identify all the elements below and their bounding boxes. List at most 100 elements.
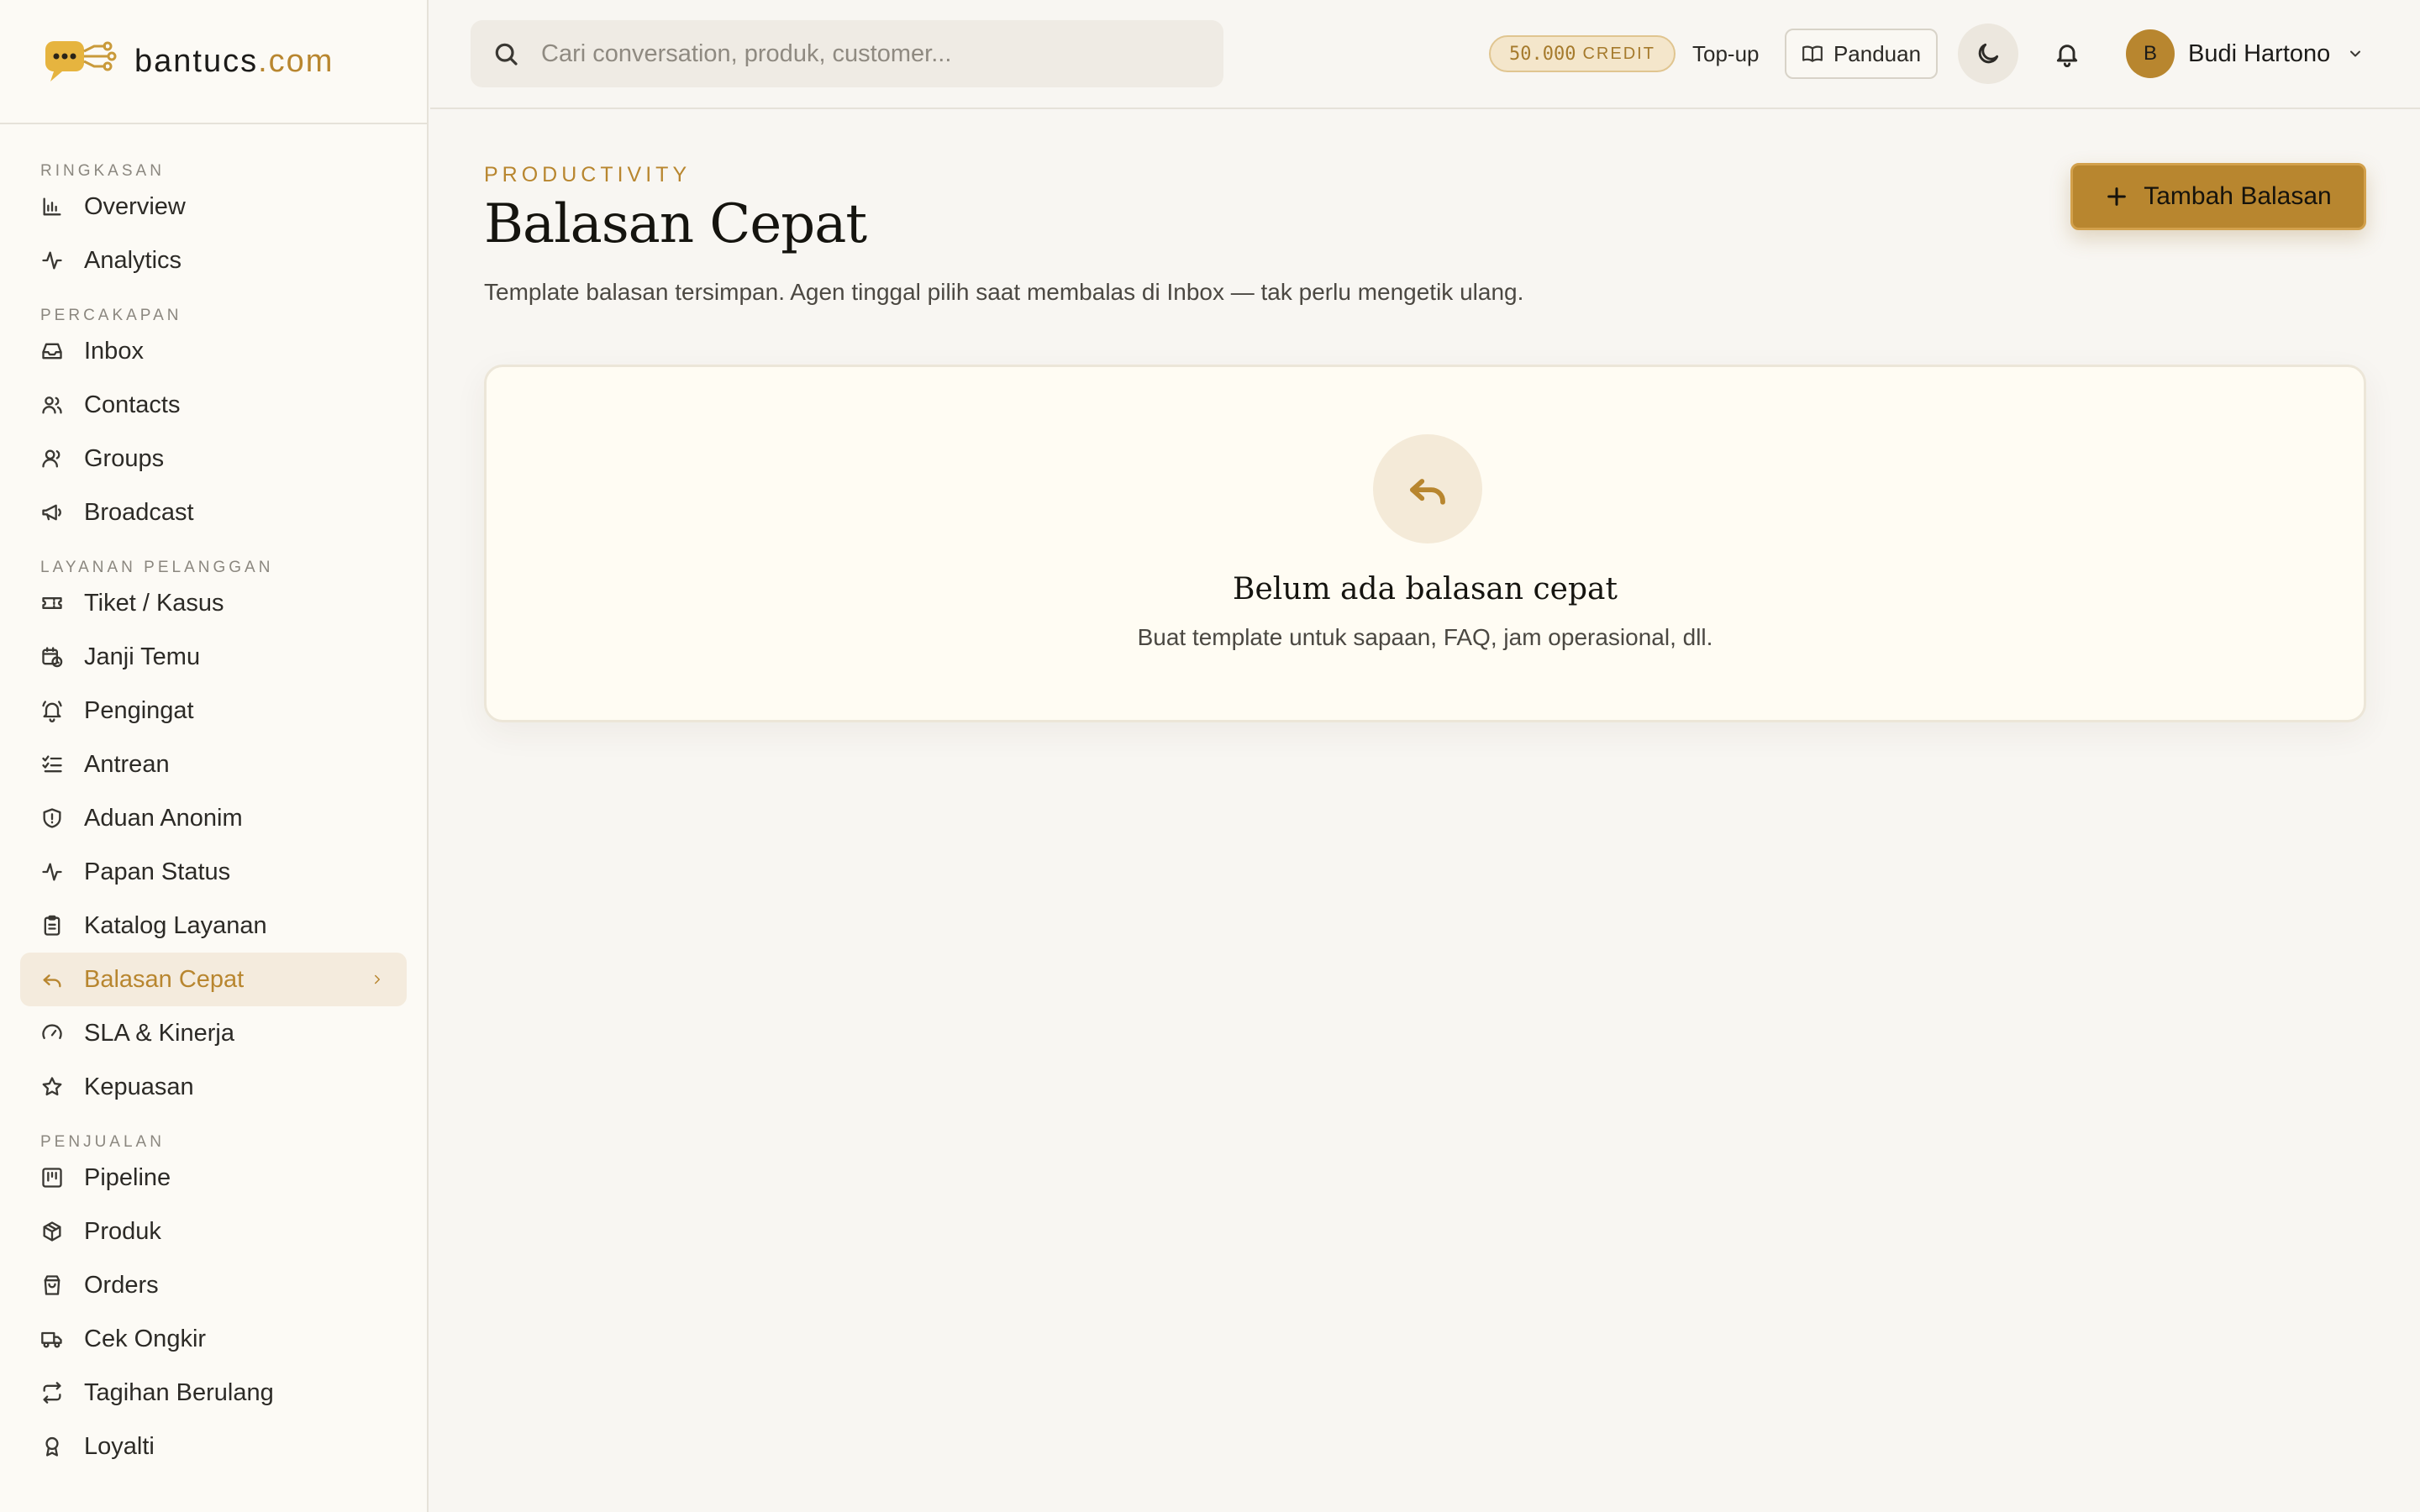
sidebar-item-analytics[interactable]: Analytics — [20, 234, 407, 287]
sidebar-section-title: RINGKASAN — [40, 162, 165, 180]
page-description: Template balasan tersimpan. Agen tinggal… — [484, 279, 1524, 305]
sidebar-item-papan-status[interactable]: Papan Status — [20, 845, 407, 899]
package-icon — [43, 1221, 61, 1242]
sidebar-item-label: Produk — [84, 1217, 161, 1245]
credit-badge: 50.000 CREDIT — [1489, 35, 1676, 72]
avatar: B — [2126, 29, 2175, 78]
sidebar-item-loyalti[interactable]: Loyalti — [20, 1420, 407, 1473]
bell-ring-icon — [42, 701, 62, 722]
users-icon — [42, 396, 62, 414]
ticket-icon — [42, 597, 62, 609]
sidebar-item-overview[interactable]: Overview — [20, 180, 407, 234]
sidebar-item-inbox[interactable]: Inbox — [20, 324, 407, 378]
sidebar-item-tagihan-berulang[interactable]: Tagihan Berulang — [20, 1366, 407, 1420]
moon-icon — [1978, 43, 1999, 64]
sidebar-item-pipeline[interactable]: Pipeline — [20, 1151, 407, 1205]
shopping-bag-icon — [44, 1275, 60, 1295]
page-title: Balasan Cepat — [484, 193, 867, 255]
sidebar-item-sla-kinerja[interactable]: SLA & Kinerja — [20, 1006, 407, 1060]
clipboard-list-icon — [44, 915, 60, 936]
sidebar-item-label: Contacts — [84, 391, 181, 418]
sidebar-item-orders[interactable]: Orders — [20, 1258, 407, 1312]
sidebar-item-label: Tiket / Kasus — [84, 589, 224, 617]
user-group-icon — [42, 449, 60, 468]
search-input[interactable] — [541, 39, 1180, 68]
empty-state-description: Buat template untuk sapaan, FAQ, jam ope… — [1137, 624, 1713, 650]
truck-icon — [41, 1331, 62, 1348]
sidebar-nav: RINGKASAN Overview Analytics PERCAKAPAN Inbo… — [0, 124, 427, 1473]
sidebar-item-contacts[interactable]: Contacts — [20, 378, 407, 432]
pulse-icon — [42, 863, 62, 881]
sidebar-item-balasan-cepat[interactable]: Balasan Cepat — [20, 953, 407, 1006]
sidebar-item-label: Aduan Anonim — [84, 804, 243, 832]
award-icon — [45, 1436, 59, 1457]
bar-chart-icon — [43, 197, 61, 216]
sidebar-item-label: Balasan Cepat — [84, 965, 245, 993]
sidebar-item-label: Orders — [84, 1271, 159, 1299]
user-name: Budi Hartono — [2188, 39, 2331, 67]
guide-button[interactable]: Panduan — [1785, 29, 1938, 79]
repeat-icon — [43, 1382, 61, 1404]
topup-link[interactable]: Top-up — [1692, 34, 1760, 74]
sidebar-item-label: Cek Ongkir — [84, 1325, 207, 1352]
activity-icon — [42, 251, 62, 270]
sidebar-item-groups[interactable]: Groups — [20, 432, 407, 486]
plus-icon — [2107, 187, 2127, 206]
topbar: 50.000 CREDIT Top-up Panduan B Budi Hart… — [430, 0, 2420, 109]
notifications-button[interactable] — [2037, 24, 2097, 84]
empty-state-icon-wrap — [1373, 434, 1482, 543]
sidebar-item-label: Tagihan Berulang — [84, 1378, 274, 1406]
sidebar-section-title: LAYANAN PELANGGAN — [40, 559, 274, 576]
add-reply-button[interactable]: Tambah Balasan — [2070, 163, 2366, 230]
sidebar-item-produk[interactable]: Produk — [20, 1205, 407, 1258]
sidebar: bantucs.com RINGKASAN Overview Analytics PE… — [0, 0, 429, 1512]
sidebar-item-label: Analytics — [84, 246, 182, 274]
user-menu[interactable]: B Budi Hartono — [2126, 24, 2364, 84]
sidebar-item-label: Groups — [84, 444, 165, 472]
sidebar-item-label: Pengingat — [84, 696, 194, 724]
chevron-right-icon — [375, 974, 380, 984]
sidebar-item-label: Janji Temu — [84, 643, 201, 670]
sidebar-item-label: Katalog Layanan — [84, 911, 267, 939]
sidebar-item-aduan-anonim[interactable]: Aduan Anonim — [20, 791, 407, 845]
sidebar-item-label: Broadcast — [84, 498, 194, 526]
theme-toggle-button[interactable] — [1958, 24, 2018, 84]
reply-icon — [43, 974, 61, 988]
search-box[interactable] — [471, 20, 1223, 87]
sidebar-item-label: Inbox — [84, 337, 144, 365]
kanban-icon — [42, 1168, 62, 1188]
book-open-icon — [1802, 45, 1823, 62]
sidebar-item-label: Papan Status — [84, 858, 231, 885]
sidebar-item-broadcast[interactable]: Broadcast — [20, 486, 407, 539]
sidebar-section-title: PENJUALAN — [40, 1133, 165, 1151]
search-icon — [495, 43, 518, 66]
chat-bubble-logo-icon — [45, 41, 117, 81]
page-eyebrow: PRODUCTIVITY — [484, 163, 692, 186]
shield-alert-icon — [43, 808, 61, 828]
sidebar-section-title: PERCAKAPAN — [40, 307, 182, 324]
star-icon — [42, 1077, 62, 1096]
guide-label: Panduan — [1833, 40, 1922, 66]
reply-icon — [1410, 479, 1445, 505]
empty-state-card: Belum ada balasan cepat Buat template un… — [484, 365, 2366, 722]
sidebar-item-label: Overview — [84, 192, 186, 220]
empty-state-title: Belum ada balasan cepat — [1233, 572, 1618, 606]
megaphone-icon — [42, 504, 61, 521]
sidebar-item-antrean[interactable]: Antrean — [20, 738, 407, 791]
sidebar-item-label: Antrean — [84, 750, 170, 778]
calendar-clock-icon — [42, 647, 63, 668]
credit-label: CREDIT — [1582, 44, 1655, 63]
credit-amount: 50.000 — [1509, 43, 1576, 65]
sidebar-item-label: Loyalti — [84, 1432, 155, 1460]
add-reply-label: Tambah Balasan — [2144, 182, 2332, 210]
brand-name: bantucs.com — [134, 43, 334, 79]
sidebar-item-label: SLA & Kinerja — [84, 1019, 234, 1047]
sidebar-item-pengingat[interactable]: Pengingat — [20, 684, 407, 738]
sidebar-item-tiket-kasus[interactable]: Tiket / Kasus — [20, 576, 407, 630]
sidebar-item-kepuasan[interactable]: Kepuasan — [20, 1060, 407, 1114]
sidebar-item-janji-temu[interactable]: Janji Temu — [20, 630, 407, 684]
brand[interactable]: bantucs.com — [0, 0, 427, 124]
sidebar-item-cek-ongkir[interactable]: Cek Ongkir — [20, 1312, 407, 1366]
inbox-icon — [42, 343, 62, 360]
sidebar-item-katalog-layanan[interactable]: Katalog Layanan — [20, 899, 407, 953]
